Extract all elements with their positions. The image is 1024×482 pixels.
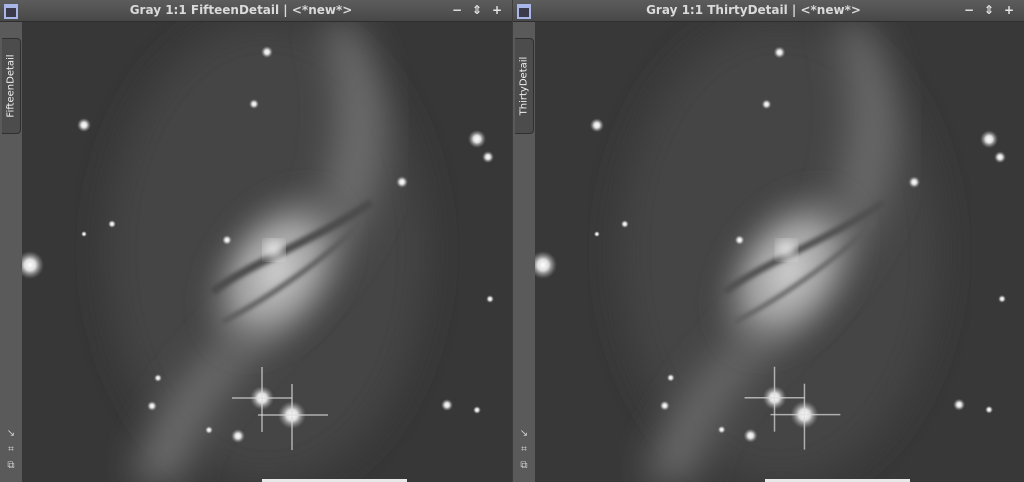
minimize-icon[interactable]: −	[450, 3, 464, 17]
image-window-fifteen-detail[interactable]: Gray 1:1 FifteenDetail | <*new*> − ⇕ + F…	[0, 0, 512, 482]
galaxy-image	[22, 22, 512, 482]
window-icon[interactable]	[4, 4, 18, 19]
view-identifier-tab[interactable]: ThirtyDetail	[515, 38, 534, 134]
minimize-icon[interactable]: −	[962, 3, 976, 17]
clone-view-icon[interactable]: ⧉	[5, 460, 17, 472]
shade-icon[interactable]: ⇕	[470, 3, 484, 17]
zoom-corner-icon[interactable]: ↘	[5, 428, 17, 440]
window-titlebar[interactable]: Gray 1:1 ThirtyDetail | <*new*> − ⇕ +	[513, 0, 1024, 22]
galaxy-image	[535, 22, 1024, 482]
image-canvas[interactable]	[535, 22, 1024, 482]
maximize-icon[interactable]: +	[1002, 3, 1016, 17]
view-identifier-label: ThirtyDetail	[518, 56, 530, 116]
zoom-corner-icon[interactable]: ↘	[518, 428, 530, 440]
window-titlebar[interactable]: Gray 1:1 FifteenDetail | <*new*> − ⇕ +	[0, 0, 512, 22]
window-icon[interactable]	[517, 4, 531, 19]
image-window-thirty-detail[interactable]: Gray 1:1 ThirtyDetail | <*new*> − ⇕ + Th…	[513, 0, 1024, 482]
shade-icon[interactable]: ⇕	[982, 3, 996, 17]
maximize-icon[interactable]: +	[490, 3, 504, 17]
view-identifier-tab[interactable]: FifteenDetail	[2, 38, 21, 134]
clone-view-icon[interactable]: ⧉	[518, 460, 530, 472]
window-title: Gray 1:1 FifteenDetail | <*new*>	[129, 3, 353, 17]
window-title: Gray 1:1 ThirtyDetail | <*new*>	[646, 3, 861, 17]
fit-view-icon[interactable]: ⌗	[518, 444, 530, 456]
view-identifier-label: FifteenDetail	[5, 54, 17, 118]
fit-view-icon[interactable]: ⌗	[5, 444, 17, 456]
view-sidebar: FifteenDetail ↘ ⌗ ⧉	[0, 22, 23, 482]
image-canvas[interactable]	[22, 22, 512, 482]
view-sidebar: ThirtyDetail ↘ ⌗ ⧉	[513, 22, 536, 482]
